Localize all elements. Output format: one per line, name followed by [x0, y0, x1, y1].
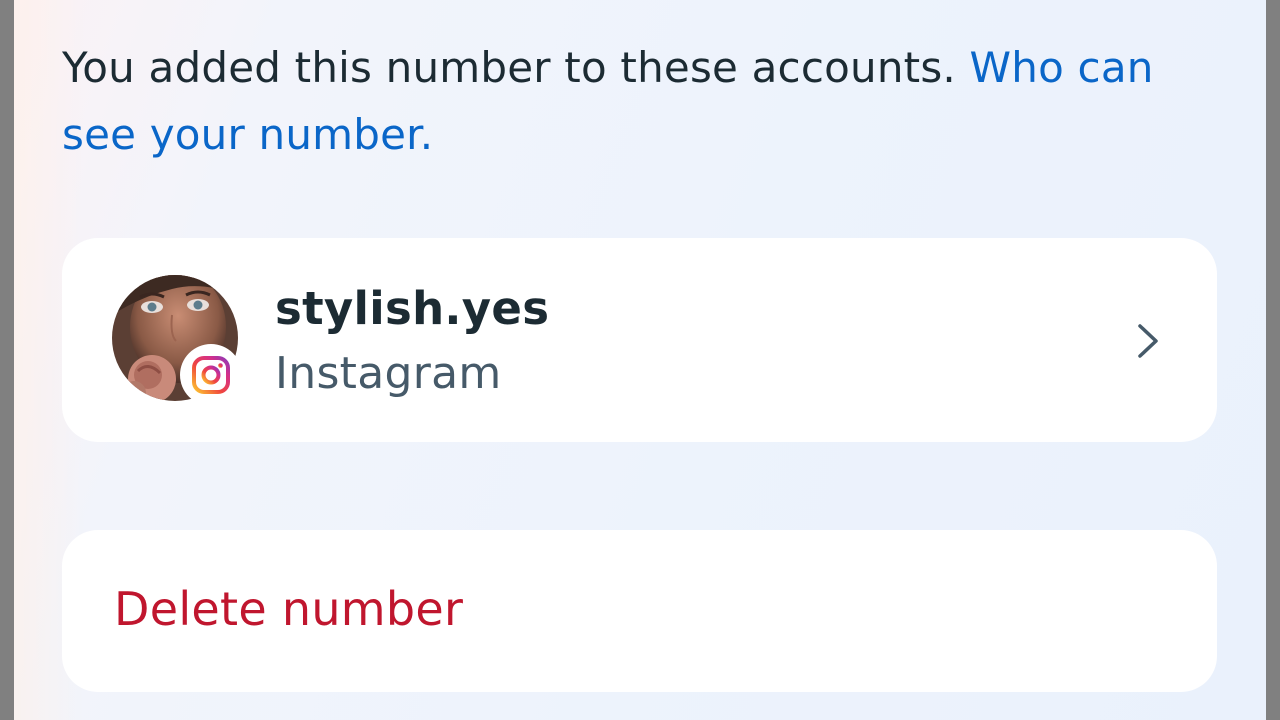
intro-statement: You added this number to these accounts. [62, 43, 956, 92]
chevron-right-icon[interactable] [1135, 322, 1161, 364]
account-platform: Instagram [275, 348, 502, 399]
intro-text: You added this number to these accounts.… [62, 34, 1232, 168]
account-username: stylish.yes [275, 282, 550, 335]
instagram-badge [180, 344, 242, 406]
delete-number-button[interactable]: Delete number [62, 530, 1217, 692]
screen: You added this number to these accounts.… [14, 0, 1266, 720]
account-row[interactable]: stylish.yes Instagram [62, 238, 1217, 442]
delete-number-label: Delete number [114, 582, 464, 636]
